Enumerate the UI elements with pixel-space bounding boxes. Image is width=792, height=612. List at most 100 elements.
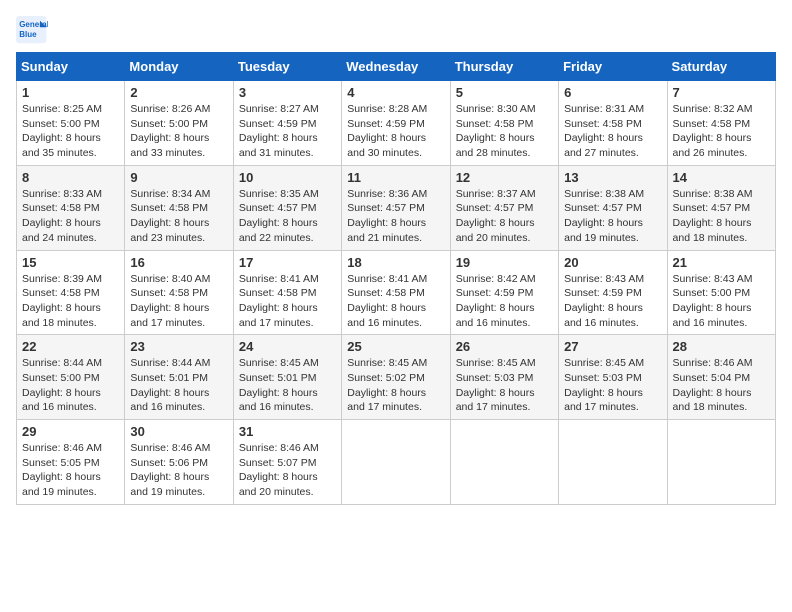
day-number: 17 bbox=[239, 255, 336, 270]
day-info: Sunrise: 8:38 AMSunset: 4:57 PMDaylight:… bbox=[564, 187, 661, 246]
day-info: Sunrise: 8:46 AMSunset: 5:07 PMDaylight:… bbox=[239, 441, 336, 500]
day-cell: 17 Sunrise: 8:41 AMSunset: 4:58 PMDayligh… bbox=[233, 250, 341, 335]
day-number: 20 bbox=[564, 255, 661, 270]
day-info: Sunrise: 8:43 AMSunset: 5:00 PMDaylight:… bbox=[673, 272, 770, 331]
week-row-3: 15Sunrise: 8:39 AMSunset: 4:58 PMDayligh… bbox=[17, 250, 776, 335]
day-cell: 5 Sunrise: 8:30 AMSunset: 4:58 PMDaylight… bbox=[450, 81, 558, 166]
day-number: 13 bbox=[564, 170, 661, 185]
day-number: 27 bbox=[564, 339, 661, 354]
day-cell: 15Sunrise: 8:39 AMSunset: 4:58 PMDayligh… bbox=[17, 250, 125, 335]
week-row-5: 29Sunrise: 8:46 AMSunset: 5:05 PMDayligh… bbox=[17, 420, 776, 505]
week-row-4: 22 Sunrise: 8:44 AMSunset: 5:00 PMDayligh… bbox=[17, 335, 776, 420]
day-cell: 22 Sunrise: 8:44 AMSunset: 5:00 PMDayligh… bbox=[17, 335, 125, 420]
calendar-table: SundayMondayTuesdayWednesdayThursdayFrid… bbox=[16, 52, 776, 505]
day-info: Sunrise: 8:37 AMSunset: 4:57 PMDaylight:… bbox=[456, 187, 553, 246]
day-cell: 14 Sunrise: 8:38 AMSunset: 4:57 PMDayligh… bbox=[667, 165, 775, 250]
day-cell: 29Sunrise: 8:46 AMSunset: 5:05 PMDayligh… bbox=[17, 420, 125, 505]
day-info: Sunrise: 8:45 AMSunset: 5:03 PMDaylight:… bbox=[456, 356, 553, 415]
day-info: Sunrise: 8:38 AMSunset: 4:57 PMDaylight:… bbox=[673, 187, 770, 246]
day-number: 11 bbox=[347, 170, 444, 185]
col-header-monday: Monday bbox=[125, 53, 233, 81]
day-info: Sunrise: 8:41 AMSunset: 4:58 PMDaylight:… bbox=[239, 272, 336, 331]
day-number: 18 bbox=[347, 255, 444, 270]
day-cell: 31 Sunrise: 8:46 AMSunset: 5:07 PMDayligh… bbox=[233, 420, 341, 505]
day-number: 3 bbox=[239, 85, 336, 100]
day-info: Sunrise: 8:36 AMSunset: 4:57 PMDaylight:… bbox=[347, 187, 444, 246]
col-header-friday: Friday bbox=[559, 53, 667, 81]
day-cell: 20 Sunrise: 8:43 AMSunset: 4:59 PMDayligh… bbox=[559, 250, 667, 335]
day-cell: 8 Sunrise: 8:33 AMSunset: 4:58 PMDaylight… bbox=[17, 165, 125, 250]
day-cell: 9 Sunrise: 8:34 AMSunset: 4:58 PMDaylight… bbox=[125, 165, 233, 250]
day-number: 14 bbox=[673, 170, 770, 185]
day-cell: 7 Sunrise: 8:32 AMSunset: 4:58 PMDaylight… bbox=[667, 81, 775, 166]
col-header-saturday: Saturday bbox=[667, 53, 775, 81]
day-cell: 10 Sunrise: 8:35 AMSunset: 4:57 PMDayligh… bbox=[233, 165, 341, 250]
day-cell: 21 Sunrise: 8:43 AMSunset: 5:00 PMDayligh… bbox=[667, 250, 775, 335]
day-cell: 3 Sunrise: 8:27 AMSunset: 4:59 PMDaylight… bbox=[233, 81, 341, 166]
day-info: Sunrise: 8:46 AMSunset: 5:04 PMDaylight:… bbox=[673, 356, 770, 415]
day-number: 5 bbox=[456, 85, 553, 100]
day-number: 19 bbox=[456, 255, 553, 270]
day-cell: 2 Sunrise: 8:26 AMSunset: 5:00 PMDaylight… bbox=[125, 81, 233, 166]
week-row-1: 1 Sunrise: 8:25 AMSunset: 5:00 PMDaylight… bbox=[17, 81, 776, 166]
day-info: Sunrise: 8:45 AMSunset: 5:02 PMDaylight:… bbox=[347, 356, 444, 415]
col-header-wednesday: Wednesday bbox=[342, 53, 450, 81]
day-info: Sunrise: 8:30 AMSunset: 4:58 PMDaylight:… bbox=[456, 102, 553, 161]
day-number: 16 bbox=[130, 255, 227, 270]
day-cell: 30Sunrise: 8:46 AMSunset: 5:06 PMDayligh… bbox=[125, 420, 233, 505]
day-info: Sunrise: 8:27 AMSunset: 4:59 PMDaylight:… bbox=[239, 102, 336, 161]
day-info: Sunrise: 8:26 AMSunset: 5:00 PMDaylight:… bbox=[130, 102, 227, 161]
day-cell bbox=[342, 420, 450, 505]
day-cell bbox=[667, 420, 775, 505]
day-info: Sunrise: 8:43 AMSunset: 4:59 PMDaylight:… bbox=[564, 272, 661, 331]
day-info: Sunrise: 8:46 AMSunset: 5:05 PMDaylight:… bbox=[22, 441, 119, 500]
day-info: Sunrise: 8:25 AMSunset: 5:00 PMDaylight:… bbox=[22, 102, 119, 161]
day-info: Sunrise: 8:32 AMSunset: 4:58 PMDaylight:… bbox=[673, 102, 770, 161]
day-info: Sunrise: 8:44 AMSunset: 5:01 PMDaylight:… bbox=[130, 356, 227, 415]
day-number: 22 bbox=[22, 339, 119, 354]
logo-icon: General Blue bbox=[16, 16, 48, 44]
day-number: 12 bbox=[456, 170, 553, 185]
day-cell: 19 Sunrise: 8:42 AMSunset: 4:59 PMDayligh… bbox=[450, 250, 558, 335]
day-info: Sunrise: 8:34 AMSunset: 4:58 PMDaylight:… bbox=[130, 187, 227, 246]
day-cell: 13 Sunrise: 8:38 AMSunset: 4:57 PMDayligh… bbox=[559, 165, 667, 250]
day-info: Sunrise: 8:45 AMSunset: 5:03 PMDaylight:… bbox=[564, 356, 661, 415]
header: General Blue bbox=[16, 16, 776, 44]
day-info: Sunrise: 8:44 AMSunset: 5:00 PMDaylight:… bbox=[22, 356, 119, 415]
logo: General Blue bbox=[16, 16, 52, 44]
day-info: Sunrise: 8:46 AMSunset: 5:06 PMDaylight:… bbox=[130, 441, 227, 500]
day-number: 23 bbox=[130, 339, 227, 354]
day-cell: 4Sunrise: 8:28 AMSunset: 4:59 PMDaylight… bbox=[342, 81, 450, 166]
day-cell: 11 Sunrise: 8:36 AMSunset: 4:57 PMDayligh… bbox=[342, 165, 450, 250]
day-cell: 26 Sunrise: 8:45 AMSunset: 5:03 PMDayligh… bbox=[450, 335, 558, 420]
col-header-tuesday: Tuesday bbox=[233, 53, 341, 81]
day-cell: 25 Sunrise: 8:45 AMSunset: 5:02 PMDayligh… bbox=[342, 335, 450, 420]
day-number: 1 bbox=[22, 85, 119, 100]
day-number: 6 bbox=[564, 85, 661, 100]
day-cell bbox=[559, 420, 667, 505]
col-header-sunday: Sunday bbox=[17, 53, 125, 81]
header-row: SundayMondayTuesdayWednesdayThursdayFrid… bbox=[17, 53, 776, 81]
day-number: 8 bbox=[22, 170, 119, 185]
day-info: Sunrise: 8:45 AMSunset: 5:01 PMDaylight:… bbox=[239, 356, 336, 415]
col-header-thursday: Thursday bbox=[450, 53, 558, 81]
day-number: 31 bbox=[239, 424, 336, 439]
day-number: 9 bbox=[130, 170, 227, 185]
day-number: 10 bbox=[239, 170, 336, 185]
day-number: 2 bbox=[130, 85, 227, 100]
day-cell: 18Sunrise: 8:41 AMSunset: 4:58 PMDayligh… bbox=[342, 250, 450, 335]
day-info: Sunrise: 8:35 AMSunset: 4:57 PMDaylight:… bbox=[239, 187, 336, 246]
day-cell: 6Sunrise: 8:31 AMSunset: 4:58 PMDaylight… bbox=[559, 81, 667, 166]
day-number: 21 bbox=[673, 255, 770, 270]
day-number: 26 bbox=[456, 339, 553, 354]
day-info: Sunrise: 8:42 AMSunset: 4:59 PMDaylight:… bbox=[456, 272, 553, 331]
day-info: Sunrise: 8:33 AMSunset: 4:58 PMDaylight:… bbox=[22, 187, 119, 246]
day-number: 24 bbox=[239, 339, 336, 354]
day-number: 4 bbox=[347, 85, 444, 100]
day-number: 7 bbox=[673, 85, 770, 100]
week-row-2: 8 Sunrise: 8:33 AMSunset: 4:58 PMDaylight… bbox=[17, 165, 776, 250]
day-cell: 16Sunrise: 8:40 AMSunset: 4:58 PMDayligh… bbox=[125, 250, 233, 335]
day-cell: 24 Sunrise: 8:45 AMSunset: 5:01 PMDayligh… bbox=[233, 335, 341, 420]
day-cell: 28Sunrise: 8:46 AMSunset: 5:04 PMDayligh… bbox=[667, 335, 775, 420]
day-number: 25 bbox=[347, 339, 444, 354]
